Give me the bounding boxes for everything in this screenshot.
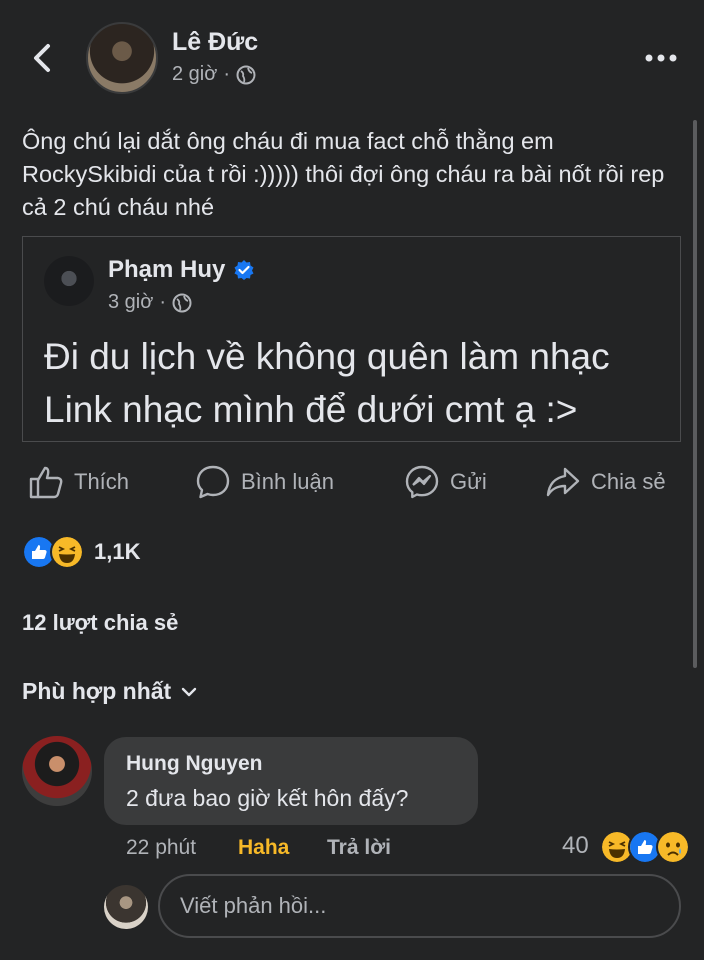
comment-text: 2 đưa bao giờ kết hôn đấy? xyxy=(126,785,409,811)
haha-reaction-icon xyxy=(50,535,84,569)
comment-reply-button[interactable]: Trả lời xyxy=(327,836,391,860)
like-button[interactable]: Thích xyxy=(28,462,129,502)
sort-label: Phù hợp nhất xyxy=(22,678,172,704)
verified-badge-icon xyxy=(234,260,254,280)
shared-author-name[interactable]: Phạm Huy xyxy=(108,256,225,284)
meta-separator: · xyxy=(223,63,231,85)
post-meta: 2 giờ · xyxy=(172,63,256,86)
post-time: 2 giờ xyxy=(172,63,218,85)
sad-reaction-icon xyxy=(656,830,690,864)
reactions-summary[interactable]: 1,1K xyxy=(22,535,141,569)
current-user-avatar xyxy=(104,885,148,929)
shared-time: 3 giờ xyxy=(108,291,154,313)
globe-icon xyxy=(172,293,192,312)
shared-meta: 3 giờ · xyxy=(108,291,192,314)
globe-icon xyxy=(236,65,256,84)
shared-text-line-1: Đi du lịch về không quên làm nhạc xyxy=(44,336,610,377)
share-label: Chia sẻ xyxy=(591,469,666,494)
shared-text-line-2: Link nhạc mình để dưới cmt ạ :> xyxy=(44,389,578,430)
comment-reaction-count[interactable]: 40 xyxy=(562,832,589,860)
commenter-avatar[interactable] xyxy=(22,736,92,806)
back-icon[interactable] xyxy=(28,38,58,78)
shared-post-text: Đi du lịch về không quên làm nhạc Link n… xyxy=(44,330,674,436)
chevron-down-icon xyxy=(182,687,197,696)
comment-button[interactable]: Bình luận xyxy=(195,462,334,502)
comment-label: Bình luận xyxy=(241,469,334,494)
more-options-icon[interactable] xyxy=(644,52,678,64)
messenger-icon xyxy=(405,465,439,499)
reaction-count: 1,1K xyxy=(94,539,141,564)
post-author-name[interactable]: Lê Đức xyxy=(172,28,258,57)
share-count[interactable]: 12 lượt chia sẻ xyxy=(22,610,178,636)
share-icon xyxy=(546,467,580,497)
send-label: Gửi xyxy=(450,469,487,494)
comment-haha-button[interactable]: Haha xyxy=(238,836,289,860)
post-text: Ông chú lại dắt ông cháu đi mua fact chỗ… xyxy=(22,128,665,220)
shared-author-avatar[interactable] xyxy=(44,256,94,306)
reply-placeholder: Viết phản hồi... xyxy=(180,893,327,918)
author-avatar[interactable] xyxy=(86,22,158,94)
comment-time: 22 phút xyxy=(126,836,197,859)
scrollbar[interactable] xyxy=(693,120,697,668)
meta-separator: · xyxy=(159,291,167,313)
comment-reactions[interactable] xyxy=(600,830,690,864)
reply-input[interactable]: Viết phản hồi... xyxy=(158,874,681,938)
comment-sort-dropdown[interactable]: Phù hợp nhất xyxy=(22,678,197,705)
like-icon xyxy=(29,466,63,499)
commenter-name[interactable]: Hung Nguyen xyxy=(126,752,263,776)
shared-author[interactable]: Phạm Huy xyxy=(108,256,255,284)
comment-icon xyxy=(196,465,230,499)
share-button[interactable]: Chia sẻ xyxy=(545,462,666,502)
send-button[interactable]: Gửi xyxy=(404,462,487,502)
like-label: Thích xyxy=(74,469,130,494)
